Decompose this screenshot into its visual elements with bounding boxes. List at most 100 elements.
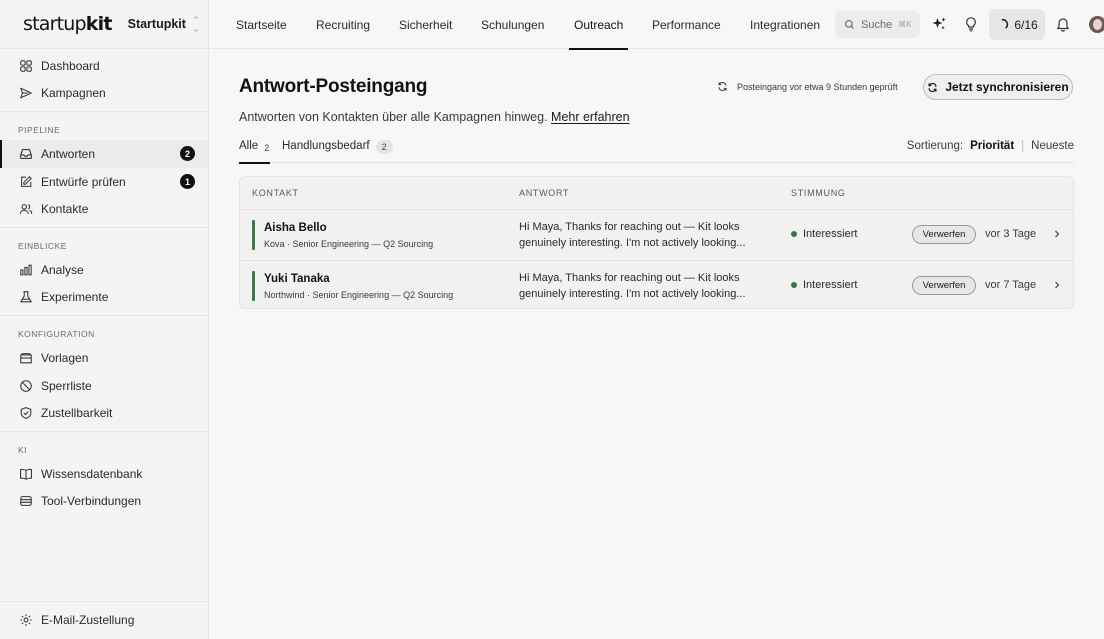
chevron-right-icon[interactable]	[1052, 228, 1062, 240]
sidebar-item-dashboard[interactable]: Dashboard	[0, 52, 208, 80]
sidebar-item-tool-verbindungen[interactable]: Tool-Verbindungen	[0, 488, 208, 516]
discard-button[interactable]: Verwerfen	[912, 225, 976, 244]
bar-chart-icon	[20, 264, 32, 276]
sync-now-button[interactable]: Jetzt synchronisieren	[923, 74, 1073, 100]
sidebar-item-label: Zustellbarkeit	[41, 406, 113, 421]
nav-group-konfiguration: KONFIGURATION Vorlagen Sperrliste Zustel…	[0, 316, 208, 432]
tab-performance[interactable]: Performance	[652, 0, 721, 49]
workspace-switcher-icon[interactable]: ⌃ ⌃	[192, 16, 200, 34]
tab-outreach[interactable]: Outreach	[569, 0, 629, 50]
folder-icon	[20, 353, 32, 364]
logo[interactable]: startupkit	[23, 13, 112, 35]
learn-more-link[interactable]: Mehr erfahren	[551, 110, 630, 124]
sidebar-item-label: Entwürfe prüfen	[41, 174, 126, 189]
mood-dot-icon	[791, 282, 797, 288]
avatar[interactable]	[1089, 16, 1104, 33]
workspace-name[interactable]: Startupkit	[128, 17, 186, 31]
sidebar: startupkit Startupkit ⌃ ⌃ Dashboard Kampa…	[0, 0, 209, 639]
mood-label: Interessiert	[803, 228, 858, 240]
contact-meta: Kova · Senior Engineering — Q2 Sourcing	[264, 239, 434, 249]
users-icon	[19, 204, 33, 215]
sort-option-priority[interactable]: Priorität	[970, 140, 1014, 152]
sidebar-item-label: Antworten	[41, 146, 96, 161]
sidebar-item-vorlagen[interactable]: Vorlagen	[0, 344, 208, 372]
priority-indicator	[252, 220, 255, 250]
progress-ring-icon	[1002, 18, 1009, 29]
pencil-icon	[21, 175, 32, 187]
sidebar-item-email-zustellung[interactable]: E-Mail-Zustellung	[0, 602, 208, 638]
progress-text: 6/16	[1014, 17, 1038, 32]
sidebar-item-analyse[interactable]: Analyse	[0, 256, 208, 284]
sidebar-item-sperrliste[interactable]: Sperrliste	[0, 372, 208, 400]
column-header-reply: ANTWORT	[519, 188, 570, 198]
sparkle-icon	[932, 17, 946, 30]
filter-tab-all[interactable]: Alle 2	[239, 138, 271, 164]
refresh-icon	[928, 82, 937, 92]
row-timestamp: vor 3 Tage	[985, 228, 1037, 240]
progress-indicator[interactable]: 6/16	[989, 9, 1045, 40]
sidebar-item-label: Kontakte	[41, 202, 89, 217]
mood-label: Interessiert	[803, 279, 858, 291]
sync-status: Posteingang vor etwa 9 Stunden geprüft	[717, 81, 898, 92]
sort-control: Sortierung: Priorität | Neueste	[907, 140, 1074, 152]
search-input[interactable]: Suche ⌘K	[835, 11, 920, 38]
sidebar-item-experimente[interactable]: Experimente	[0, 284, 208, 312]
shield-check-icon	[20, 407, 32, 420]
sort-option-newest[interactable]: Neueste	[1031, 140, 1074, 152]
mood-badge: Interessiert	[791, 279, 857, 291]
reply-preview: Hi Maya, Thanks for reaching out — Kit l…	[519, 220, 769, 251]
ideas-button[interactable]	[961, 14, 981, 34]
flask-icon	[20, 291, 32, 303]
send-icon	[20, 88, 32, 99]
sort-label: Sortierung:	[906, 140, 964, 152]
grid-icon	[20, 60, 32, 72]
sidebar-item-label: Vorlagen	[41, 350, 89, 365]
mood-badge: Interessiert	[791, 228, 857, 240]
reply-line: Hi Maya, Thanks for reaching out — Kit l…	[519, 272, 740, 284]
nav-group-main: Dashboard Kampagnen	[0, 49, 208, 113]
filter-tabs: Alle 2 Handlungsbedarf 2 Sortierung: Pri…	[239, 138, 1074, 164]
table-row[interactable]: Aisha Bello Kova · Senior Engineering — …	[240, 210, 1073, 260]
page-title: Antwort-Posteingang	[239, 76, 428, 97]
mood-dot-icon	[791, 231, 797, 237]
filter-tab-action-required[interactable]: Handlungsbedarf 2	[282, 138, 393, 163]
sidebar-item-kampagnen[interactable]: Kampagnen	[0, 80, 208, 108]
main-content: Antwort-Posteingang Antworten von Kontak…	[209, 50, 1104, 639]
section-label-konfiguration: KONFIGURATION	[18, 329, 95, 340]
ai-sparkle-button[interactable]	[929, 14, 949, 34]
sidebar-item-label: Experimente	[41, 290, 109, 305]
nav-group-ki: KI Wissensdatenbank Tool-Verbindungen	[0, 432, 208, 519]
top-navigation: Startseite Recruiting Sicherheit Schulun…	[209, 0, 1104, 50]
table-header: KONTAKT ANTWORT STIMMUNG	[240, 177, 1073, 210]
page-subtitle: Antworten von Kontakten über alle Kampag…	[239, 110, 630, 124]
sync-now-label: Jetzt synchronisieren	[945, 80, 1069, 94]
notifications-button[interactable]	[1053, 14, 1073, 34]
sidebar-item-kontakte[interactable]: Kontakte	[0, 195, 208, 223]
tab-startseite[interactable]: Startseite	[236, 0, 287, 49]
sidebar-item-label: Tool-Verbindungen	[41, 494, 142, 509]
sidebar-item-entwuerfe[interactable]: Entwürfe prüfen 1	[0, 168, 208, 196]
sidebar-item-antworten[interactable]: Antworten 2	[0, 140, 208, 168]
tab-recruiting[interactable]: Recruiting	[316, 0, 370, 49]
discard-button[interactable]: Verwerfen	[912, 276, 976, 295]
search-icon	[844, 19, 855, 30]
sidebar-item-label: Dashboard	[41, 58, 100, 73]
filter-tab-label: Alle	[239, 140, 259, 152]
search-shortcut: ⌘K	[898, 20, 912, 29]
filter-tab-count: 2	[264, 143, 270, 153]
reply-line: Hi Maya, Thanks for reaching out — Kit l…	[519, 221, 740, 233]
tab-integrationen[interactable]: Integrationen	[750, 0, 820, 49]
sidebar-item-zustellbarkeit[interactable]: Zustellbarkeit	[0, 399, 208, 427]
chevron-right-icon[interactable]	[1052, 279, 1062, 291]
subtitle-text: Antworten von Kontakten über alle Kampag…	[239, 110, 548, 124]
reply-preview: Hi Maya, Thanks for reaching out — Kit l…	[519, 271, 769, 302]
contact-name: Aisha Bello	[264, 222, 327, 234]
sync-status-text: Posteingang vor etwa 9 Stunden geprüft	[737, 81, 898, 92]
tab-schulungen[interactable]: Schulungen	[481, 0, 544, 49]
filter-tab-count: 2	[375, 140, 393, 154]
table-row[interactable]: Yuki Tanaka Northwind · Senior Engineeri…	[240, 260, 1073, 308]
tab-sicherheit[interactable]: Sicherheit	[399, 0, 452, 49]
sidebar-item-wissensdatenbank[interactable]: Wissensdatenbank	[0, 460, 208, 488]
nav-group-einblicke: EINBLICKE Analyse Experimente	[0, 228, 208, 317]
column-header-contact: KONTAKT	[252, 188, 299, 198]
